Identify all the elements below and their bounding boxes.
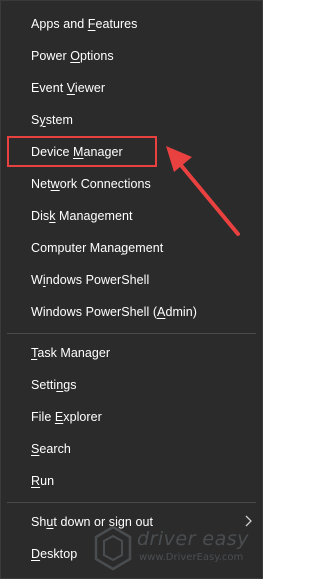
menu-item-settings[interactable]: Settings — [1, 369, 262, 401]
menu-item-system[interactable]: System — [1, 104, 262, 136]
menu-item-label: File Explorer — [31, 410, 102, 424]
menu-item-label: Windows PowerShell — [31, 273, 150, 287]
menu-item-desktop[interactable]: Desktop — [1, 538, 262, 570]
menu-item-label: System — [31, 113, 73, 127]
menu-item-label: Settings — [31, 378, 77, 392]
chevron-right-icon — [245, 515, 252, 527]
menu-item-computer-management[interactable]: Computer Management — [1, 232, 262, 264]
menu-item-label: Desktop — [31, 547, 78, 561]
menu-item-label: Device Manager — [31, 145, 123, 159]
menu-item-label: Task Manager — [31, 346, 111, 360]
menu-item-task-manager[interactable]: Task Manager — [1, 337, 262, 369]
menu-item-file-explorer[interactable]: File Explorer — [1, 401, 262, 433]
menu-item-label: Windows PowerShell (Admin) — [31, 305, 197, 319]
quick-link-menu: Apps and Features Power Options Event Vi… — [0, 0, 263, 579]
menu-item-apps-and-features[interactable]: Apps and Features — [1, 8, 262, 40]
menu-item-disk-management[interactable]: Disk Management — [1, 200, 262, 232]
menu-item-shut-down-or-sign-out[interactable]: Shut down or sign out — [1, 506, 262, 538]
menu-item-label: Shut down or sign out — [31, 515, 153, 529]
menu-separator — [7, 333, 256, 334]
menu-separator — [7, 502, 256, 503]
menu-item-label: Computer Management — [31, 241, 164, 255]
menu-item-windows-powershell[interactable]: Windows PowerShell — [1, 264, 262, 296]
menu-item-label: Disk Management — [31, 209, 133, 223]
menu-item-label: Event Viewer — [31, 81, 106, 95]
menu-item-windows-powershell-admin[interactable]: Windows PowerShell (Admin) — [1, 296, 262, 328]
menu-item-power-options[interactable]: Power Options — [1, 40, 262, 72]
menu-item-run[interactable]: Run — [1, 465, 262, 497]
menu-item-label: Search — [31, 442, 71, 456]
menu-item-label: Network Connections — [31, 177, 151, 191]
menu-item-network-connections[interactable]: Network Connections — [1, 168, 262, 200]
menu-item-label: Power Options — [31, 49, 114, 63]
menu-item-label: Apps and Features — [31, 17, 138, 31]
menu-item-event-viewer[interactable]: Event Viewer — [1, 72, 262, 104]
menu-item-label: Run — [31, 474, 55, 488]
menu-item-search[interactable]: Search — [1, 433, 262, 465]
menu-item-device-manager[interactable]: Device Manager — [1, 136, 262, 168]
